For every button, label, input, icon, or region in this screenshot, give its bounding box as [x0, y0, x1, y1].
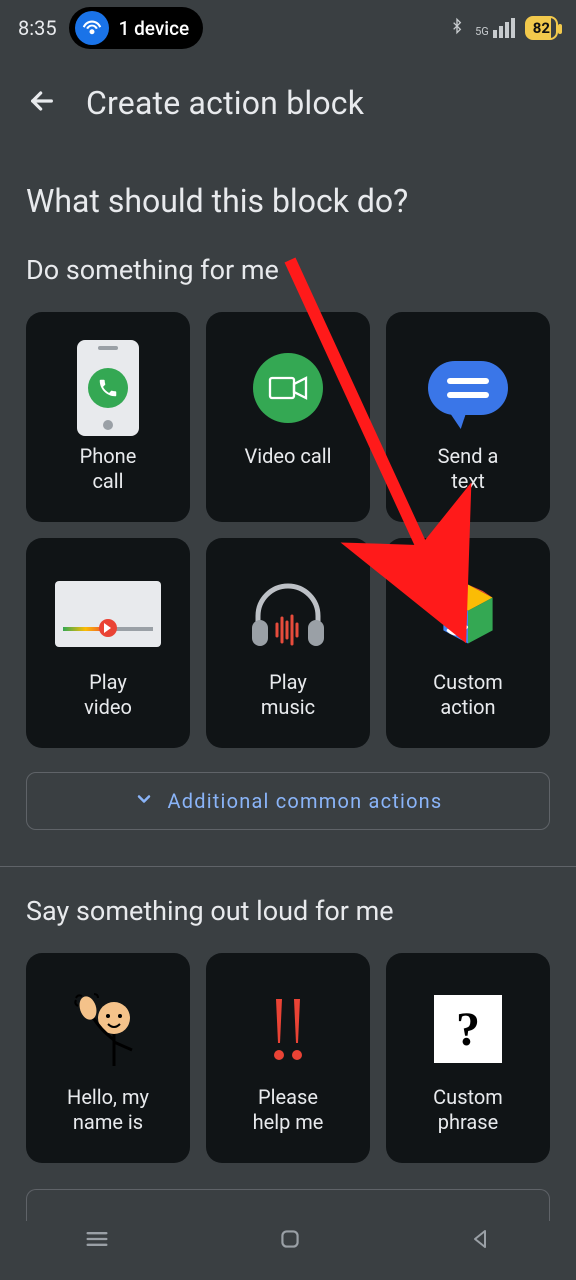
status-bar: 8:35 1 device 5G 82	[0, 0, 576, 56]
tile-label: Please help me	[245, 1085, 332, 1135]
nav-home-icon[interactable]	[277, 1226, 303, 1256]
tile-help-me[interactable]: Please help me	[206, 953, 370, 1163]
back-icon[interactable]	[26, 85, 58, 121]
signal-icon: 5G	[475, 18, 515, 38]
video-call-icon	[253, 338, 323, 438]
tile-grid-say: Hello, my name is Please help me ? Custo…	[26, 953, 550, 1163]
section-title-do: Do something for me	[26, 254, 550, 286]
send-text-icon	[428, 338, 508, 438]
phone-call-icon	[77, 338, 139, 438]
tile-play-video[interactable]: Play video	[26, 538, 190, 748]
waving-person-icon	[68, 979, 148, 1079]
tile-label: Custom action	[425, 670, 511, 720]
play-video-icon	[55, 564, 161, 664]
tile-label: Play video	[76, 670, 140, 720]
tile-label: Play music	[253, 670, 323, 720]
nav-recents-icon[interactable]	[83, 1225, 111, 1257]
tile-custom-phrase[interactable]: ? Custom phrase	[386, 953, 550, 1163]
custom-phrase-icon: ?	[434, 979, 502, 1079]
cast-device-badge[interactable]: 1 device	[69, 7, 204, 49]
page-title: Create action block	[86, 84, 364, 122]
app-bar: Create action block	[0, 56, 576, 142]
expand-label: Additional common actions	[168, 789, 443, 813]
tile-play-music[interactable]: Play music	[206, 538, 370, 748]
nav-back-icon[interactable]	[469, 1227, 493, 1255]
divider	[0, 866, 576, 867]
system-nav-bar	[0, 1202, 576, 1280]
heading: What should this block do?	[26, 182, 550, 220]
cast-device-count: 1 device	[119, 17, 190, 40]
tile-label: Hello, my name is	[59, 1085, 157, 1135]
cast-icon	[75, 11, 109, 45]
tile-video-call[interactable]: Video call	[206, 312, 370, 522]
tile-label: Video call	[237, 444, 340, 469]
tile-send-text[interactable]: Send a text	[386, 312, 550, 522]
help-exclaim-icon	[258, 979, 318, 1079]
section-title-say: Say something out loud for me	[26, 895, 550, 927]
bluetooth-icon	[449, 15, 465, 42]
tile-custom-action[interactable]: Custom action	[386, 538, 550, 748]
battery-indicator: 82	[525, 16, 558, 40]
play-music-icon	[243, 564, 333, 664]
tile-grid-do: Phone call Video call Send a text Play v…	[26, 312, 550, 748]
tile-label: Phone call	[72, 444, 145, 494]
tile-hello-name[interactable]: Hello, my name is	[26, 953, 190, 1163]
custom-action-icon	[427, 564, 509, 664]
tile-label: Custom phrase	[425, 1085, 511, 1135]
additional-actions-expand[interactable]: Additional common actions	[26, 772, 550, 830]
tile-label: Send a text	[430, 444, 507, 494]
status-time: 8:35	[18, 16, 57, 40]
tile-phone-call[interactable]: Phone call	[26, 312, 190, 522]
chevron-down-icon	[134, 789, 154, 814]
